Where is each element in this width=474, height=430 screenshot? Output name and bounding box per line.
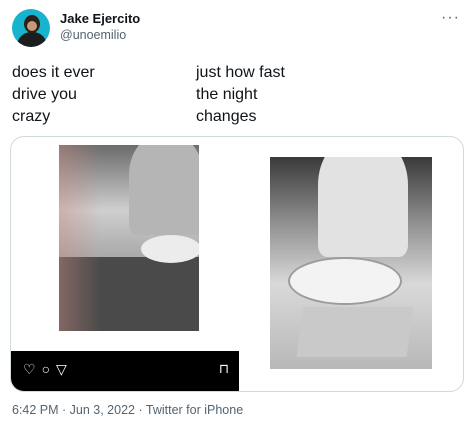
right-photo[interactable] <box>270 157 432 369</box>
author-handle[interactable]: @unoemilio <box>60 28 126 42</box>
left-photo[interactable] <box>59 145 199 331</box>
avatar-face <box>27 21 37 31</box>
photo-napkin <box>296 307 414 357</box>
photo-person <box>318 157 408 257</box>
tweet-meta[interactable]: 6:42 PM · Jun 3, 2022 · Twitter for iPho… <box>12 403 243 417</box>
media-container[interactable]: ♡○▽ ⊓ <box>10 136 464 392</box>
photo-plate <box>288 257 402 305</box>
instagram-action-bar: ♡○▽ ⊓ <box>11 351 239 391</box>
comment-icon: ○ <box>41 361 57 377</box>
tweet-text-left: does it ever drive you crazy <box>12 64 95 125</box>
share-icon: ▽ <box>56 361 73 377</box>
more-horizontal-icon[interactable]: ··· <box>441 9 460 27</box>
bookmark-icon: ⊓ <box>218 361 229 376</box>
photo-light-leak <box>59 145 199 331</box>
tweet-text-right: just how fast the night changes <box>196 64 285 125</box>
instagram-actions: ♡○▽ <box>23 361 73 378</box>
avatar-body <box>17 32 47 47</box>
author-name[interactable]: Jake Ejercito <box>60 11 140 26</box>
avatar[interactable] <box>12 9 50 47</box>
heart-icon: ♡ <box>23 361 42 377</box>
